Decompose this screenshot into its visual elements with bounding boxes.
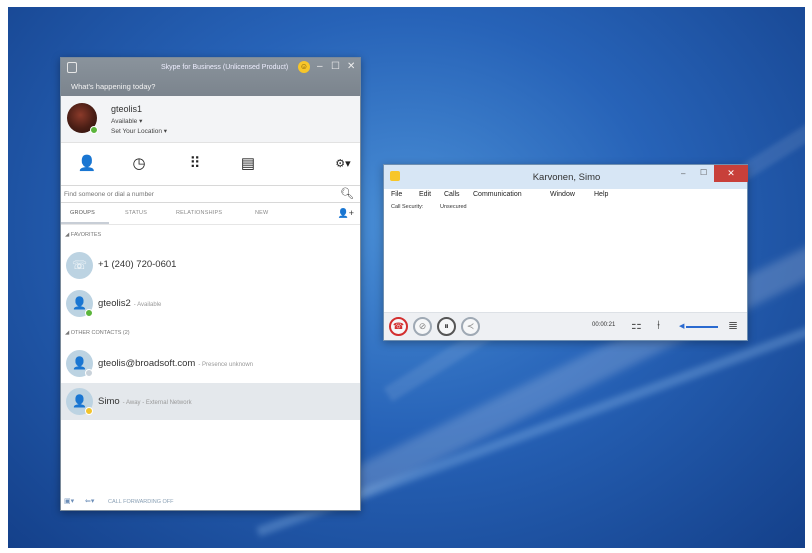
emoticon-icon[interactable]: ☺ <box>298 61 310 73</box>
call-security-value: Unsecured <box>440 204 467 210</box>
call-titlebar[interactable]: Karvonen, Simo – ☐ ✕ <box>384 165 748 189</box>
minimize-button[interactable]: – <box>317 61 323 72</box>
call-forwarding-icon[interactable]: ⇐▾ <box>85 497 94 505</box>
call-security-bar: Call Security: Unsecured <box>384 203 747 213</box>
contact-name: Simo - Away - External Network <box>98 396 192 407</box>
search-bar: 🔍︎ <box>61 185 360 203</box>
contact-list-item[interactable]: ☏ +1 (240) 720-0601 <box>61 247 360 284</box>
desktop-background: Skype for Business (Unlicensed Product) … <box>8 7 805 548</box>
tab-new[interactable]: NEW <box>255 210 268 216</box>
tab-status[interactable]: STATUS <box>125 210 147 216</box>
hang-up-icon[interactable]: ☎ <box>389 317 408 336</box>
contacts-icon[interactable]: 👤 <box>77 155 97 173</box>
profile-username: gteolis1 <box>111 104 143 114</box>
tab-relationships[interactable]: RELATIONSHIPS <box>176 210 222 216</box>
menu-calls[interactable]: Calls <box>444 191 460 198</box>
presence-available-icon <box>85 309 93 317</box>
transfer-icon[interactable]: ≺ <box>461 317 480 336</box>
window-title: Skype for Business (Unlicensed Product) <box>161 64 289 71</box>
availability-dropdown[interactable]: Available ▾ <box>111 117 142 125</box>
dialpad-icon[interactable]: ⚏ <box>631 318 642 332</box>
location-dropdown[interactable]: Set Your Location ▾ <box>111 127 167 135</box>
maximize-button[interactable]: ☐ <box>331 61 340 72</box>
contact-list-item-selected[interactable]: 👤 Simo - Away - External Network <box>61 383 360 420</box>
profile-area: gteolis1 Available ▾ Set Your Location ▾ <box>61 96 360 143</box>
volume-icon[interactable]: ◀ <box>679 322 684 330</box>
contact-status: - Available <box>133 302 162 308</box>
maximize-button[interactable]: ☐ <box>700 168 707 177</box>
skype-titlebar[interactable]: Skype for Business (Unlicensed Product) … <box>61 58 360 96</box>
contact-name: gteolis@broadsoft.com - Presence unknown <box>98 358 254 369</box>
call-controls: ☎ ⊘ ⏸ ≺ 00:00:21 ⚏ ⍿ ◀ ≣ <box>384 312 747 340</box>
contact-view-tabs: GROUPS STATUS RELATIONSHIPS NEW 👤+ <box>61 203 360 225</box>
contact-list-item[interactable]: 👤 gteolis2- Available <box>61 285 360 322</box>
search-input[interactable] <box>61 186 331 202</box>
settings-gear-icon[interactable]: ⚙▾ <box>331 155 355 173</box>
menu-window[interactable]: Window <box>550 191 575 198</box>
contact-name: gteolis2- Available <box>98 298 162 309</box>
volume-slider[interactable] <box>686 326 718 328</box>
close-button[interactable]: ✕ <box>714 165 748 182</box>
group-header-other-contacts[interactable]: ◢ OTHER CONTACTS (2) <box>65 330 130 336</box>
contact-name: +1 (240) 720-0601 <box>98 259 177 270</box>
presence-unknown-icon <box>85 369 93 377</box>
close-button[interactable]: ✕ <box>347 61 355 72</box>
skype-main-window: Skype for Business (Unlicensed Product) … <box>60 57 361 511</box>
call-content-area <box>384 216 747 312</box>
hold-icon[interactable]: ⏸ <box>437 317 456 336</box>
active-tab-indicator <box>61 222 109 224</box>
menu-file[interactable]: File <box>391 191 402 198</box>
status-message-field[interactable]: What's happening today? <box>71 82 155 91</box>
skype-footer: ▣▾ ⇐▾ CALL FORWARDING OFF <box>61 492 360 510</box>
call-timer: 00:00:21 <box>592 322 616 328</box>
mute-icon[interactable]: ⊘ <box>413 317 432 336</box>
main-tabs: 👤 ◷ ⠿ ▤ ⚙▾ <box>61 143 360 185</box>
conversations-icon[interactable]: ◷ <box>129 155 149 173</box>
more-options-icon[interactable]: ≣ <box>728 318 738 332</box>
add-contact-icon[interactable]: 👤+ <box>338 208 354 219</box>
group-header-favorites[interactable]: ◢ FAVORITES <box>65 232 101 238</box>
search-icon[interactable]: 🔍︎ <box>340 187 354 200</box>
dialpad-icon[interactable]: ⠿ <box>185 155 205 173</box>
call-menubar: File Edit Calls Communication Window Hel… <box>384 189 747 203</box>
call-window-title: Karvonen, Simo <box>532 172 601 183</box>
menu-help[interactable]: Help <box>594 191 608 198</box>
phone-contact-icon: ☏ <box>66 252 93 279</box>
microphone-icon[interactable]: ⍿ <box>657 318 660 333</box>
presence-away-icon <box>85 407 93 415</box>
device-icon[interactable]: ▣▾ <box>64 497 74 505</box>
meetings-icon[interactable]: ▤ <box>238 155 258 173</box>
tab-groups[interactable]: GROUPS <box>70 210 95 216</box>
contact-list-item[interactable]: 👤 gteolis@broadsoft.com - Presence unknow… <box>61 345 360 382</box>
app-icon <box>67 62 77 73</box>
call-security-label: Call Security: <box>391 204 424 210</box>
contact-status: - Away - External Network <box>122 400 192 406</box>
menu-edit[interactable]: Edit <box>419 191 431 198</box>
contact-status: - Presence unknown <box>198 362 254 368</box>
menu-communication[interactable]: Communication <box>473 191 522 198</box>
call-window: Karvonen, Simo – ☐ ✕ File Edit Calls Com… <box>383 164 748 341</box>
call-forwarding-status[interactable]: CALL FORWARDING OFF <box>108 499 174 505</box>
presence-available-icon <box>90 126 98 134</box>
minimize-button[interactable]: – <box>681 169 685 178</box>
